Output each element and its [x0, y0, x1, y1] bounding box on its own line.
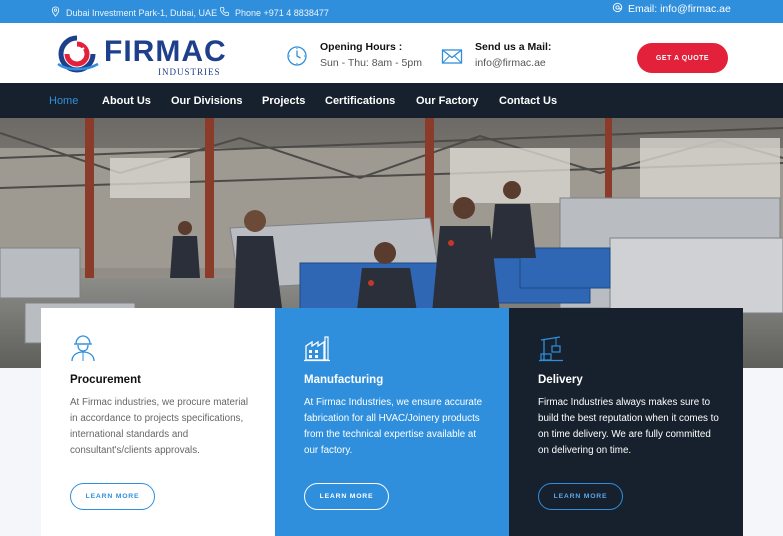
nav-item-contact-us[interactable]: Contact Us — [499, 95, 557, 107]
logo[interactable]: FIRMAC INDUSTRIES — [54, 31, 226, 77]
nav-item-certifications[interactable]: Certifications — [325, 95, 395, 107]
email-icon — [612, 2, 623, 16]
nav-item-our-factory[interactable]: Our Factory — [416, 95, 478, 107]
crane-icon — [538, 334, 564, 362]
worker-icon — [70, 334, 96, 362]
learn-more-button[interactable]: LEARN MORE — [70, 483, 155, 510]
factory-icon — [304, 334, 330, 362]
phone-info[interactable]: Phone +971 4 8838477 — [219, 6, 329, 19]
nav-item-our-divisions[interactable]: Our Divisions — [171, 95, 243, 107]
send-mail: Send us a Mail: info@firmac.ae — [441, 41, 551, 72]
procurement-card: Procurement At Firmac industries, we pro… — [41, 308, 275, 536]
address-text: Dubai Investment Park-1, Dubai, UAE — [66, 7, 218, 18]
card-description: Firmac Industries always makes sure to b… — [538, 397, 719, 456]
hours-title: Opening Hours : — [320, 41, 403, 53]
phone-text: Phone +971 4 8838477 — [235, 7, 329, 18]
learn-more-button[interactable]: LEARN MORE — [304, 483, 389, 510]
mail-title: Send us a Mail: — [475, 41, 552, 53]
nav-item-about-us[interactable]: About Us — [102, 95, 151, 107]
phone-icon — [219, 6, 230, 19]
nav-item-projects[interactable]: Projects — [262, 95, 305, 107]
hours-text: Sun - Thu: 8am - 5pm — [320, 57, 422, 69]
learn-more-button[interactable]: LEARN MORE — [538, 483, 623, 510]
logo-name: FIRMAC — [104, 35, 227, 68]
opening-hours: Opening Hours : Sun - Thu: 8am - 5pm — [286, 41, 422, 72]
nav-item-home[interactable]: Home — [49, 95, 78, 107]
address-info: Dubai Investment Park-1, Dubai, UAE — [50, 6, 217, 19]
card-title: Delivery — [538, 374, 583, 386]
manufacturing-card: Manufacturing At Firmac Industries, we e… — [275, 308, 509, 536]
top-info-bar: Dubai Investment Park-1, Dubai, UAE Phon… — [0, 0, 783, 23]
delivery-card: Delivery Firmac Industries always makes … — [509, 308, 743, 536]
site-header: FIRMAC INDUSTRIES Opening Hours : Sun - … — [0, 23, 783, 83]
email-info[interactable]: Email: info@firmac.ae — [612, 2, 731, 16]
main-nav: Home About Us Our Divisions Projects Cer… — [0, 83, 783, 118]
card-description: At Firmac Industries, we ensure accurate… — [304, 397, 483, 456]
email-text: Email: info@firmac.ae — [628, 3, 731, 15]
card-title: Manufacturing — [304, 374, 384, 386]
mail-icon — [441, 41, 463, 72]
logo-subtitle: INDUSTRIES — [158, 67, 221, 77]
card-title: Procurement — [70, 374, 141, 386]
get-quote-button[interactable]: GET A QUOTE — [637, 43, 728, 73]
logo-emblem-icon — [57, 35, 99, 73]
clock-icon — [286, 41, 308, 72]
card-description: At Firmac industries, we procure materia… — [70, 397, 249, 456]
location-icon — [50, 6, 61, 19]
mail-text[interactable]: info@firmac.ae — [475, 57, 551, 69]
